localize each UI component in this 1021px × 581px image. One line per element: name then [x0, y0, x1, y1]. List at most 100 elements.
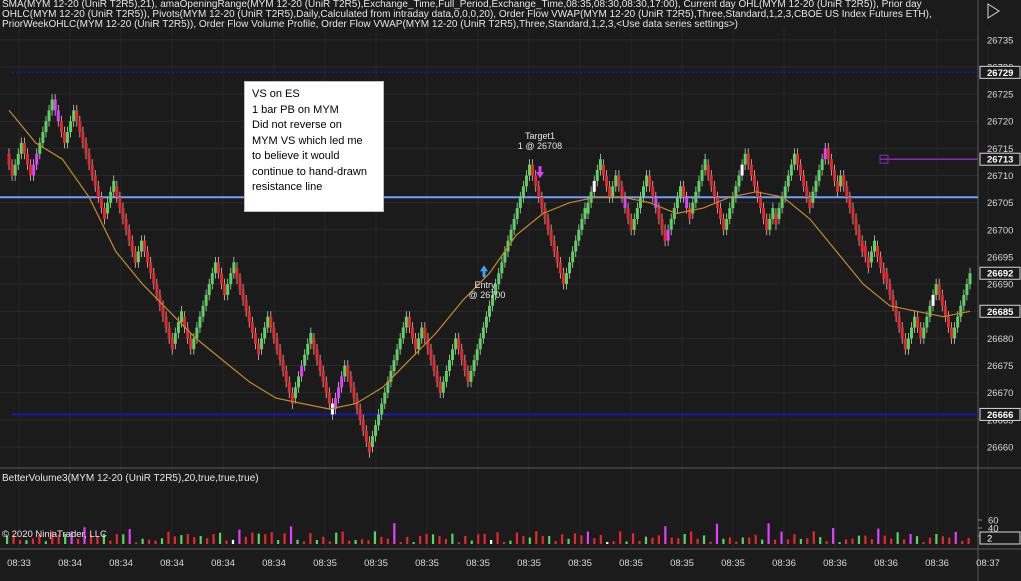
candle-body	[75, 110, 79, 122]
volume-marker-label: 2	[987, 534, 992, 545]
volume-bar	[186, 534, 189, 544]
candle-body	[651, 186, 655, 198]
candle-body	[99, 197, 103, 209]
candle-body	[577, 229, 581, 241]
time-axis-tick: 08:34	[58, 558, 82, 569]
candle-body	[213, 262, 217, 274]
volume-indicator-title: BetterVolume3(MYM 12-20 (UniR T2R5),20,t…	[2, 473, 259, 484]
time-axis-tick: 08:33	[7, 558, 31, 569]
volume-bar	[296, 539, 299, 544]
candle-body	[72, 110, 76, 122]
candle-body	[102, 208, 106, 219]
candle-body	[29, 164, 33, 176]
candle-body	[777, 208, 781, 219]
candle-body	[235, 267, 239, 279]
volume-bar	[773, 539, 777, 544]
volume-bar	[115, 534, 118, 544]
time-axis-tick: 08:34	[262, 558, 286, 569]
volume-bar	[541, 535, 544, 544]
candle-body	[586, 202, 590, 214]
candle-body	[518, 197, 522, 209]
candle-body	[574, 240, 578, 252]
price-axis-tick: 26700	[987, 225, 1013, 236]
candle-body	[441, 381, 445, 393]
volume-bar	[315, 539, 318, 544]
volume-bar	[425, 533, 428, 544]
candle-body	[118, 197, 122, 209]
candle-body	[115, 186, 119, 198]
candle-body	[706, 164, 710, 176]
candle-body	[909, 327, 913, 339]
volume-bar	[496, 532, 499, 544]
candle-body	[232, 262, 236, 274]
candle-body	[41, 132, 45, 143]
candle-body	[891, 294, 895, 306]
candle-body	[432, 360, 436, 371]
volume-bar	[619, 531, 622, 544]
candle-body	[321, 370, 325, 382]
volume-bar	[135, 542, 138, 544]
candle-body	[155, 284, 159, 295]
candle-body	[133, 251, 137, 263]
time-axis-tick: 08:36	[823, 558, 847, 569]
price-axis-tick: 26705	[987, 198, 1013, 209]
candle-body	[352, 387, 356, 399]
volume-bar	[244, 536, 247, 544]
volume-bar	[419, 535, 422, 544]
candle-body	[478, 338, 482, 350]
candle-body	[731, 197, 735, 209]
candle-body	[632, 218, 636, 230]
volume-bar	[548, 535, 551, 544]
price-axis-tick: 26660	[987, 443, 1013, 454]
candle-body	[719, 208, 723, 219]
candle-body	[534, 175, 538, 187]
candle-body	[223, 284, 227, 295]
candle-body	[660, 218, 664, 230]
candle-body	[746, 153, 750, 165]
time-axis-tick: 08:35	[415, 558, 439, 569]
candle-body	[851, 208, 855, 219]
volume-bar	[967, 537, 970, 544]
volume-bar	[683, 534, 686, 544]
annotation-textbox[interactable]: VS on ES 1 bar PB on MYM Did not reverse…	[244, 81, 384, 212]
candle-body	[293, 387, 297, 399]
volume-bar	[348, 540, 351, 544]
candle-body	[934, 284, 938, 295]
volume-bar	[877, 528, 880, 544]
volume-bar	[122, 534, 125, 544]
candle-body	[22, 142, 26, 154]
volume-bar	[238, 529, 241, 544]
candle-body	[537, 186, 541, 198]
candle-body	[956, 316, 960, 328]
price-axis-tick: 26735	[987, 35, 1013, 46]
candle-body	[146, 251, 150, 263]
volume-bar	[690, 531, 693, 544]
volume-bar	[128, 529, 131, 544]
volume-bar	[748, 537, 751, 544]
candle-body	[869, 251, 873, 263]
candle-body	[552, 240, 556, 252]
candle-body	[608, 186, 612, 198]
candle-body	[675, 197, 679, 209]
volume-bar	[890, 538, 893, 544]
volume-bar	[483, 533, 486, 544]
volume-bar	[438, 536, 441, 544]
candle-body	[69, 121, 73, 133]
volume-bar	[302, 541, 306, 544]
price-axis-tick: 26720	[987, 117, 1013, 128]
candle-body	[762, 208, 766, 219]
candle-body	[682, 186, 686, 198]
volume-bar	[212, 534, 215, 544]
candle-body	[873, 240, 877, 252]
indicator-list-header: SMA(MYM 12-20 (UniR T2R5),21), amaOpenin…	[2, 0, 932, 30]
volume-bar	[270, 531, 273, 544]
candle-body	[250, 322, 254, 333]
candle-body	[712, 186, 716, 198]
candle-body	[783, 186, 787, 198]
volume-bar	[180, 535, 183, 544]
volume-bar	[696, 538, 699, 544]
candle-body	[953, 327, 957, 339]
candle-body	[447, 360, 451, 371]
candle-body	[435, 370, 439, 382]
candle-body	[287, 381, 291, 393]
